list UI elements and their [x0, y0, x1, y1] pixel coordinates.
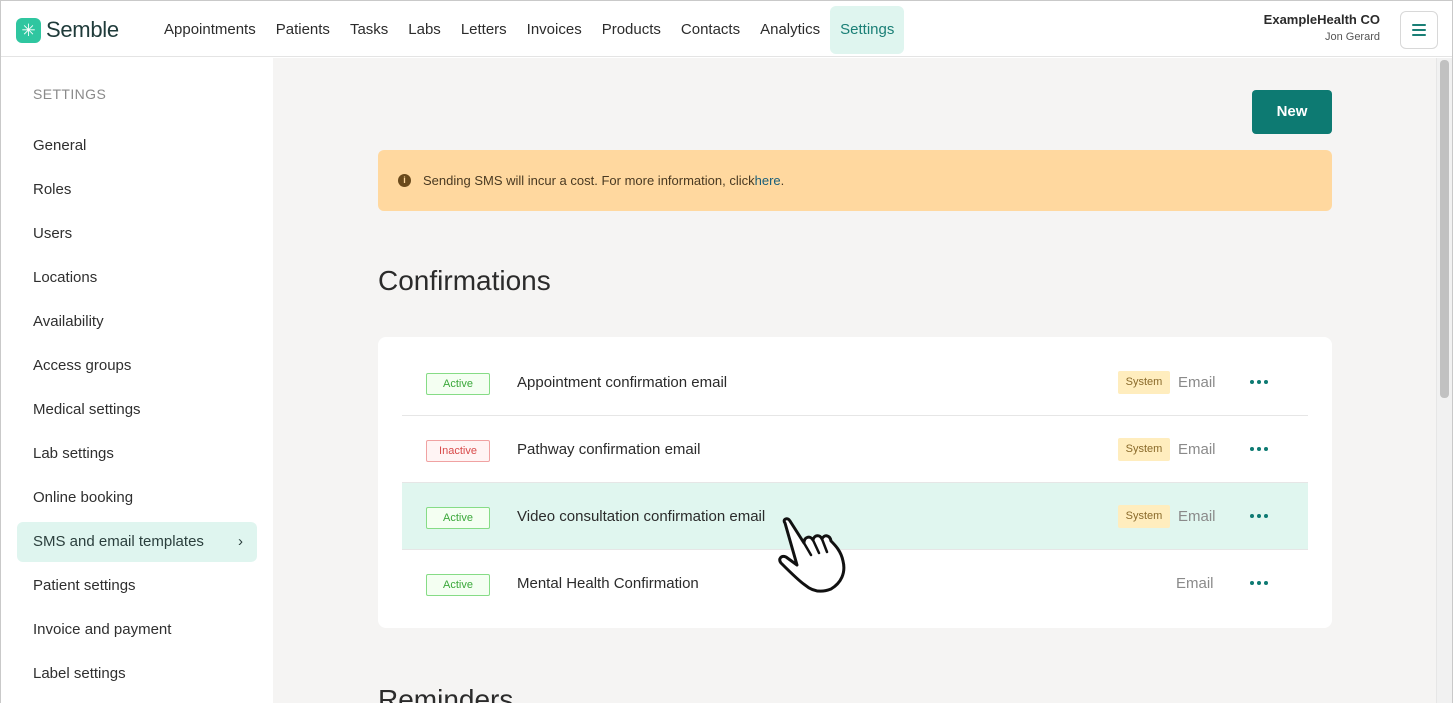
- sidebar-item-roles[interactable]: Roles: [17, 170, 257, 210]
- system-tag: System: [1118, 438, 1170, 461]
- chevron-right-icon: ›: [238, 533, 243, 550]
- sidebar-item-label: Roles: [33, 181, 72, 198]
- sidebar-item-label: Medical settings: [33, 401, 141, 418]
- confirmations-list: Active Appointment confirmation email Sy…: [378, 337, 1332, 628]
- banner-suffix: .: [780, 173, 785, 188]
- sidebar-item-lab-settings[interactable]: Lab settings: [17, 434, 257, 474]
- sidebar-item-label: Online booking: [33, 489, 134, 506]
- more-options-icon[interactable]: [1248, 505, 1270, 527]
- organization-name: ExampleHealth CO: [1263, 12, 1380, 27]
- info-icon: i: [398, 174, 411, 187]
- semble-logo-icon: ✳: [16, 17, 41, 43]
- banner-here-link[interactable]: here: [755, 173, 781, 188]
- template-row[interactable]: Active Mental Health Confirmation Email: [402, 550, 1308, 617]
- sidebar-item-online-booking[interactable]: Online booking: [17, 478, 257, 518]
- template-name[interactable]: Mental Health Confirmation: [517, 550, 699, 617]
- reminders-heading: Reminders: [378, 684, 514, 703]
- channel-label: Email: [1176, 575, 1214, 592]
- sidebar-item-label: Users: [33, 225, 73, 242]
- hand-pointer-cursor-icon: [778, 517, 846, 593]
- sidebar-item-users[interactable]: Users: [17, 214, 257, 254]
- channel-label: Email: [1178, 374, 1216, 391]
- status-badge: Active: [426, 507, 490, 529]
- nav-appointments[interactable]: Appointments: [154, 6, 266, 54]
- hamburger-icon: [1412, 21, 1426, 39]
- confirmations-heading: Confirmations: [378, 265, 551, 296]
- system-tag: System: [1118, 371, 1170, 394]
- nav-analytics[interactable]: Analytics: [750, 6, 830, 54]
- template-row[interactable]: Inactive Pathway confirmation email Syst…: [402, 416, 1308, 483]
- nav-patients[interactable]: Patients: [266, 6, 340, 54]
- more-options-icon[interactable]: [1248, 572, 1270, 594]
- nav-invoices[interactable]: Invoices: [517, 6, 592, 54]
- account-info[interactable]: ExampleHealth CO Jon Gerard: [1264, 12, 1380, 43]
- settings-sidebar: SETTINGS General Roles Users Locations A…: [1, 58, 273, 703]
- sms-cost-banner: i Sending SMS will incur a cost. For mor…: [378, 150, 1332, 211]
- template-row[interactable]: Active Video consultation confirmation e…: [402, 483, 1308, 550]
- main-content: New i Sending SMS will incur a cost. For…: [273, 58, 1436, 703]
- channel-label: Email: [1178, 441, 1216, 458]
- sidebar-item-label: Invoice and payment: [33, 621, 172, 638]
- sidebar-item-invoice-payment[interactable]: Invoice and payment: [17, 610, 257, 650]
- status-badge: Active: [426, 574, 490, 596]
- sidebar-item-availability[interactable]: Availability: [17, 302, 257, 342]
- sidebar-item-label: Patient settings: [33, 577, 136, 594]
- template-name[interactable]: Video consultation confirmation email: [517, 483, 765, 550]
- vertical-scrollbar[interactable]: [1436, 58, 1452, 703]
- nav-tasks[interactable]: Tasks: [340, 6, 398, 54]
- status-badge: Inactive: [426, 440, 490, 462]
- nav-labs[interactable]: Labs: [398, 6, 451, 54]
- nav-letters[interactable]: Letters: [451, 6, 517, 54]
- sidebar-item-access-groups[interactable]: Access groups: [17, 346, 257, 386]
- new-template-button[interactable]: New: [1252, 90, 1332, 134]
- app-name: Semble: [46, 17, 119, 42]
- sidebar-item-locations[interactable]: Locations: [17, 258, 257, 298]
- sidebar-item-sms-email-templates[interactable]: SMS and email templates ›: [17, 522, 257, 562]
- status-badge: Active: [426, 373, 490, 395]
- main-nav: Appointments Patients Tasks Labs Letters…: [154, 6, 905, 54]
- sidebar-item-label: Availability: [33, 313, 104, 330]
- sidebar-list: General Roles Users Locations Availabili…: [17, 126, 257, 698]
- sidebar-item-patient-settings[interactable]: Patient settings: [17, 566, 257, 606]
- more-options-icon[interactable]: [1248, 371, 1270, 393]
- banner-text: Sending SMS will incur a cost. For more …: [423, 173, 755, 188]
- semble-logo[interactable]: ✳ Semble: [16, 17, 119, 43]
- sidebar-item-label-settings[interactable]: Label settings: [17, 654, 257, 694]
- sidebar-item-label: SMS and email templates: [33, 533, 204, 550]
- sidebar-item-label: Lab settings: [33, 445, 114, 462]
- sidebar-item-general[interactable]: General: [17, 126, 257, 166]
- user-name: Jon Gerard: [1324, 31, 1380, 43]
- sidebar-item-label: General: [33, 137, 87, 154]
- sidebar-item-label: Label settings: [33, 665, 126, 682]
- top-navigation-bar: ✳ Semble Appointments Patients Tasks Lab…: [1, 1, 1452, 57]
- nav-settings[interactable]: Settings: [830, 6, 905, 54]
- template-row[interactable]: Active Appointment confirmation email Sy…: [402, 349, 1308, 416]
- sidebar-item-label: Locations: [33, 269, 98, 286]
- nav-products[interactable]: Products: [592, 6, 671, 54]
- hamburger-menu-button[interactable]: [1400, 11, 1438, 49]
- nav-contacts[interactable]: Contacts: [671, 6, 750, 54]
- template-name[interactable]: Appointment confirmation email: [517, 349, 727, 416]
- scrollbar-thumb[interactable]: [1440, 60, 1449, 398]
- channel-label: Email: [1178, 508, 1216, 525]
- sidebar-title: SETTINGS: [33, 86, 107, 102]
- more-options-icon[interactable]: [1248, 438, 1270, 460]
- sidebar-item-medical-settings[interactable]: Medical settings: [17, 390, 257, 430]
- sidebar-item-label: Access groups: [33, 357, 132, 374]
- system-tag: System: [1118, 505, 1170, 528]
- template-name[interactable]: Pathway confirmation email: [517, 416, 700, 483]
